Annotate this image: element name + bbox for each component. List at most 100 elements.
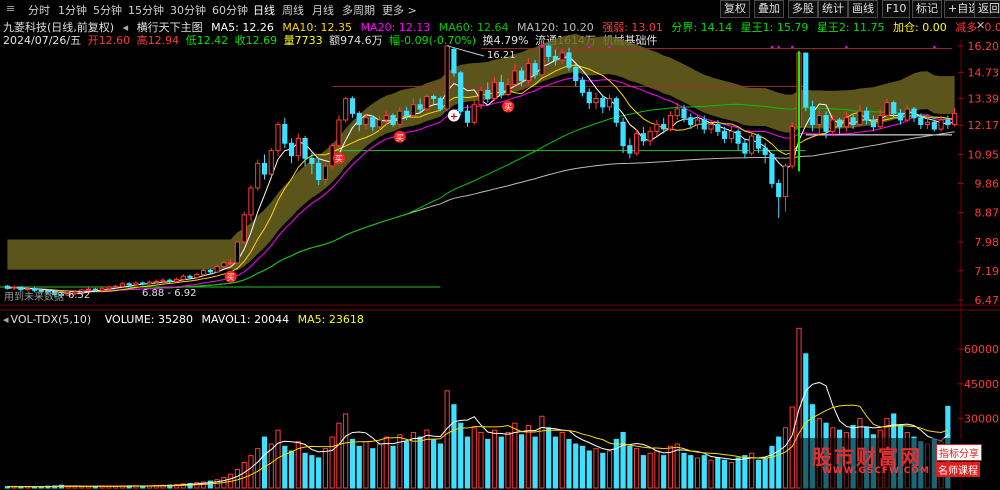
candle-body bbox=[634, 133, 640, 154]
candle-body bbox=[755, 135, 762, 149]
candle-body bbox=[322, 165, 328, 181]
candle-body bbox=[221, 262, 227, 268]
strength-band bbox=[7, 33, 955, 271]
candle-body bbox=[316, 162, 322, 181]
candle-body bbox=[505, 83, 511, 95]
volume-bar bbox=[600, 452, 606, 489]
candle-body bbox=[200, 269, 207, 276]
volume-bar bbox=[370, 448, 376, 489]
volume-bar bbox=[261, 436, 268, 489]
candle-body bbox=[721, 130, 728, 139]
volume-bar bbox=[485, 438, 491, 489]
candle-body bbox=[173, 278, 180, 282]
volume-bar bbox=[431, 438, 437, 489]
candle-body bbox=[390, 115, 396, 125]
volume-bar bbox=[336, 422, 342, 489]
volume-bar bbox=[309, 455, 315, 489]
candle-body bbox=[701, 119, 707, 130]
high-label: 16.21 bbox=[487, 50, 516, 61]
volume-bar bbox=[491, 429, 498, 489]
price-tick-label: 13.39 bbox=[968, 93, 1000, 106]
volume-bar bbox=[390, 445, 396, 489]
volume-bar bbox=[613, 438, 619, 489]
candle-body bbox=[688, 117, 694, 125]
buy-signal-glyph: 买 bbox=[504, 103, 512, 112]
signal-dot bbox=[791, 46, 794, 48]
volume-bar bbox=[647, 452, 653, 489]
volume-tick-label: 30000 bbox=[964, 413, 999, 426]
price-tick-label: 14.73 bbox=[968, 66, 1000, 79]
volume-bar bbox=[627, 445, 633, 489]
volume-indicator-name[interactable]: ◂ VOL-TDX(5,10) bbox=[3, 313, 100, 326]
candle-body bbox=[586, 91, 592, 104]
volume-bar bbox=[525, 425, 531, 489]
candle-body bbox=[295, 137, 301, 157]
candle-body bbox=[424, 95, 430, 110]
volume-bar bbox=[464, 436, 471, 489]
volume-bar bbox=[769, 445, 775, 489]
candle-body bbox=[938, 119, 944, 130]
candle-body bbox=[458, 72, 464, 112]
candle-body bbox=[809, 106, 816, 125]
candle-body bbox=[640, 133, 646, 142]
candle-body bbox=[410, 104, 416, 117]
candle-body bbox=[525, 63, 531, 82]
price-tick-label: 6.47 bbox=[975, 294, 1000, 307]
candlestick-chart[interactable]: 16.20 14.73 13.39 12.17 10.95 9.86 8.87 7.98 7.1… bbox=[0, 0, 1000, 490]
volume-bar bbox=[451, 404, 457, 489]
candle-body bbox=[498, 81, 504, 95]
candle-body bbox=[945, 119, 951, 125]
volume-bar bbox=[403, 441, 410, 489]
candle-body bbox=[99, 288, 105, 291]
candle-body bbox=[897, 112, 904, 121]
candle-body bbox=[119, 283, 126, 287]
candle-body bbox=[708, 123, 714, 130]
candle-body bbox=[417, 104, 423, 110]
price-tick-label: 16.20 bbox=[968, 40, 1000, 53]
candle-body bbox=[654, 123, 660, 132]
candle-body bbox=[248, 187, 254, 216]
candle-body bbox=[403, 110, 410, 117]
candle-body bbox=[464, 110, 471, 123]
candle-body bbox=[782, 165, 789, 198]
candle-body bbox=[735, 130, 741, 144]
candle-body bbox=[363, 117, 369, 125]
candle-body bbox=[579, 80, 586, 93]
candle-body bbox=[451, 48, 457, 74]
candle-body bbox=[288, 142, 295, 157]
volume-bar bbox=[417, 436, 423, 489]
candle-body bbox=[376, 119, 383, 128]
watermark-badge-1: 指标分享 bbox=[936, 444, 982, 461]
candle-body bbox=[126, 283, 132, 286]
volume-bar bbox=[715, 457, 721, 489]
candle-body bbox=[187, 275, 193, 278]
candle-body bbox=[674, 108, 680, 117]
candle-body bbox=[728, 130, 734, 139]
candle-body bbox=[255, 162, 261, 189]
candle-body bbox=[606, 98, 613, 108]
candle-body bbox=[891, 102, 897, 114]
volume-bar bbox=[620, 431, 626, 489]
candle-body bbox=[370, 117, 376, 128]
watermark-badge-2: 名师课程 bbox=[936, 462, 980, 477]
volume-bar bbox=[444, 390, 450, 489]
volume-bar bbox=[654, 450, 660, 489]
volume-bar bbox=[782, 427, 789, 489]
vol-ma5-value: MA5: 23618 bbox=[297, 313, 364, 326]
volume-bar bbox=[694, 457, 701, 489]
candle-body bbox=[789, 126, 795, 167]
volume-indicator-label: VOL-TDX(5,10) bbox=[10, 313, 92, 326]
volume-tick-label: 60000 bbox=[964, 343, 999, 356]
signal-dot bbox=[588, 46, 591, 48]
volume-bar bbox=[241, 462, 247, 489]
candle-body bbox=[694, 119, 701, 125]
volume-bar bbox=[701, 455, 707, 489]
candle-body bbox=[106, 286, 112, 290]
candle-body bbox=[546, 45, 552, 57]
volume-bar bbox=[363, 441, 369, 489]
volume-bar bbox=[681, 452, 687, 489]
candle-body bbox=[167, 279, 173, 282]
candle-body bbox=[803, 52, 809, 108]
candle-body bbox=[194, 274, 200, 278]
price-tick-label: 10.95 bbox=[968, 148, 1000, 161]
